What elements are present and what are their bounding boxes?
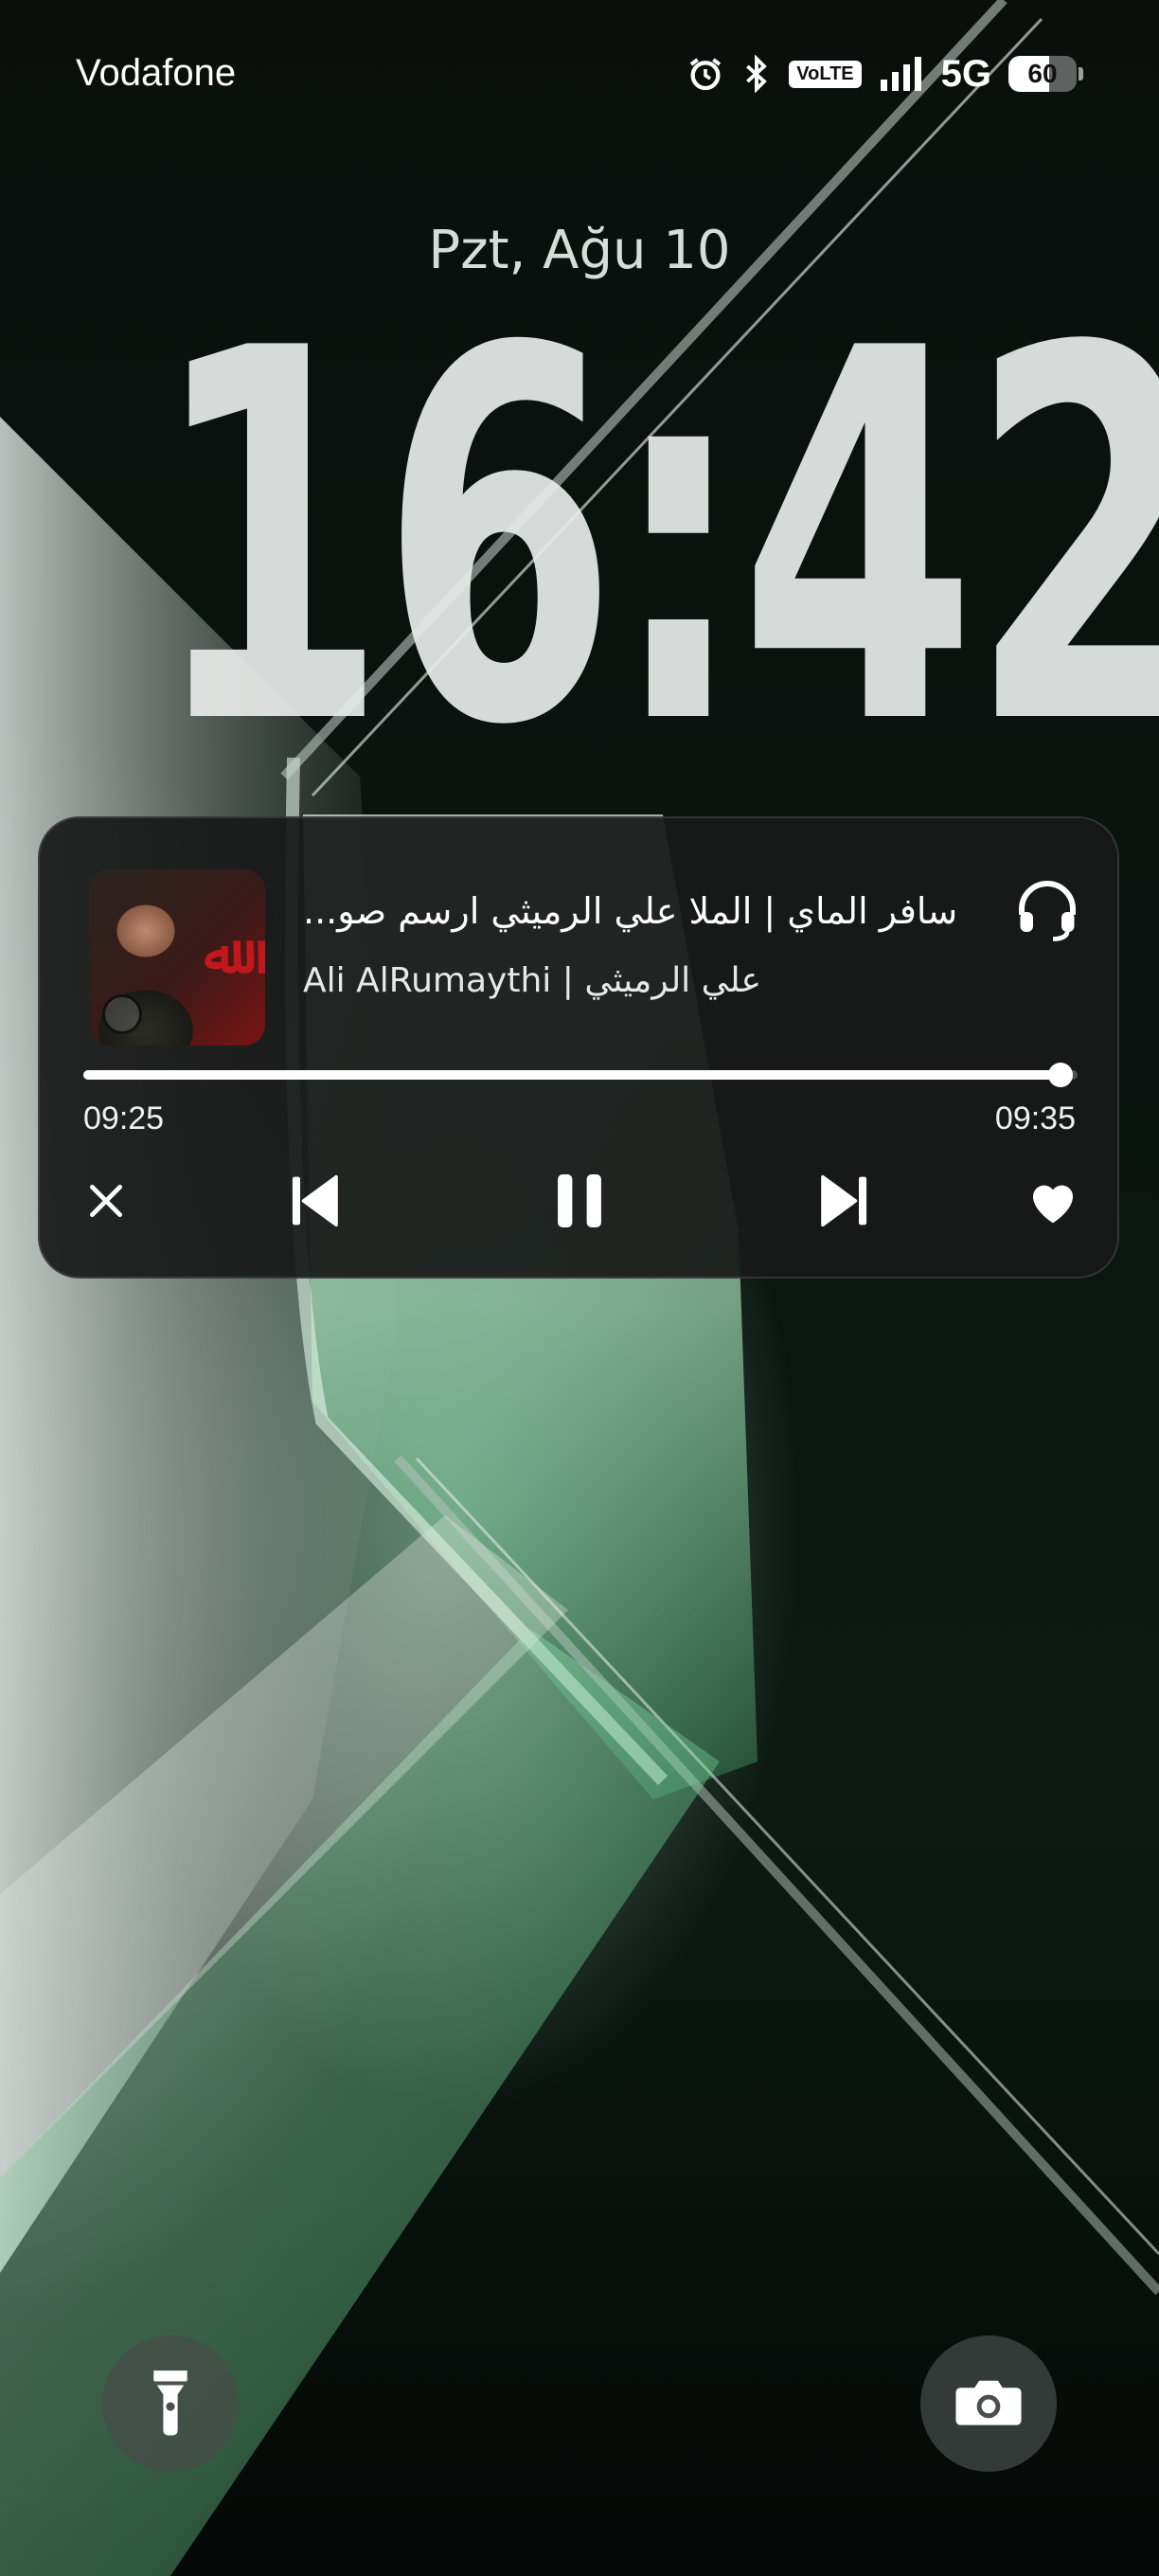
bluetooth-icon (741, 55, 772, 93)
close-icon[interactable] (68, 1163, 144, 1239)
battery-level: 60 (1027, 59, 1058, 88)
heart-icon[interactable] (1015, 1163, 1091, 1239)
flashlight-icon (146, 2366, 195, 2442)
album-art[interactable]: ﷲ (89, 869, 265, 1046)
signal-icon (879, 57, 924, 91)
progress-bar[interactable] (83, 1063, 1078, 1087)
status-icons: VoLTE 5G 60 (686, 47, 1083, 100)
media-player-card[interactable]: ﷲ سافر الماي | الملا علي الرميثي ارسم صو… (38, 816, 1119, 1279)
progress-thumb[interactable] (1048, 1063, 1074, 1087)
lock-screen: Vodafone VoLTE 5G 60 Pzt, Ağu 10 16:42 ﷲ… (0, 0, 1159, 2576)
battery-icon: 60 (1008, 56, 1083, 92)
previous-icon[interactable] (276, 1163, 352, 1239)
elapsed-time: 09:25 (83, 1100, 165, 1136)
carrier-name: Vodafone (76, 52, 237, 94)
flashlight-button[interactable] (102, 2335, 239, 2472)
track-artist: Ali AlRumaythi | علي الرميثي (303, 961, 762, 1000)
total-time: 09:35 (994, 1100, 1076, 1136)
pause-icon[interactable] (542, 1163, 617, 1239)
network-type: 5G (940, 52, 991, 95)
camera-icon (954, 2372, 1024, 2435)
clock-time: 16:42 (151, 242, 1159, 837)
track-title: سافر الماي | الملا علي الرميثي ارسم صو..… (303, 890, 958, 932)
alarm-icon (686, 55, 724, 93)
progress-fill (83, 1070, 1061, 1080)
status-bar: Vodafone VoLTE 5G 60 (0, 0, 1159, 152)
camera-button[interactable] (920, 2335, 1057, 2472)
volte-icon: VoLTE (789, 60, 862, 88)
headphones-icon[interactable] (1013, 875, 1081, 943)
next-icon[interactable] (807, 1163, 883, 1239)
album-art-badge (102, 994, 142, 1034)
album-art-calligraphy: ﷲ (204, 924, 236, 986)
